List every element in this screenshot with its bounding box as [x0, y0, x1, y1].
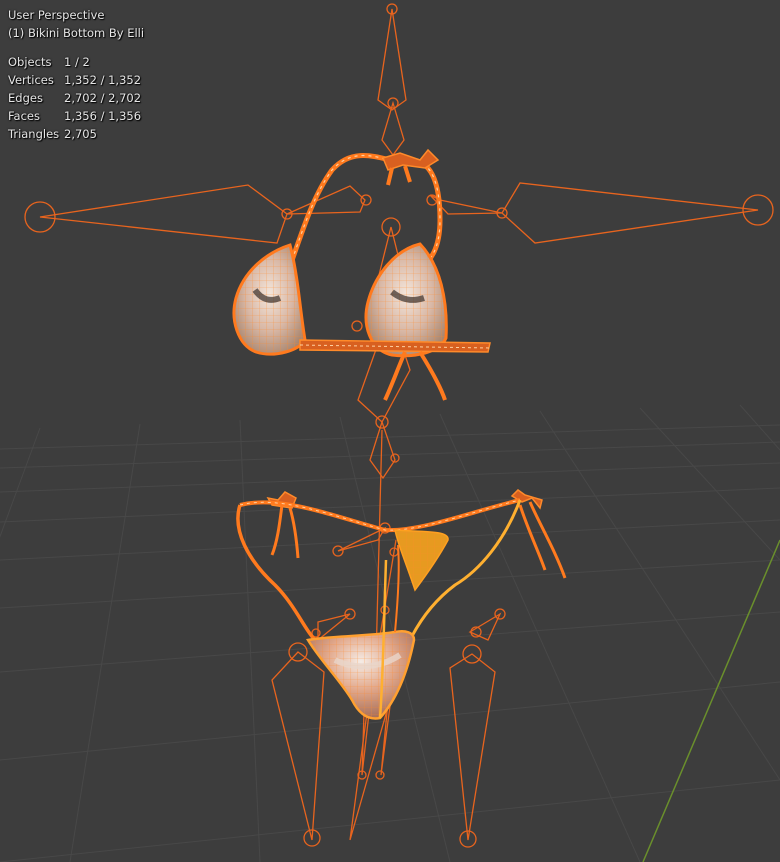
stat-label: Edges: [8, 91, 43, 105]
stat-label: Vertices: [8, 73, 54, 87]
stat-value: 2,702 / 2,702: [64, 91, 142, 105]
stat-row-vertices: Vertices 1,352 / 1,352: [8, 71, 144, 89]
scene-statistics: Objects 1 / 2 Vertices 1,352 / 1,352 Edg…: [8, 53, 144, 143]
stat-row-edges: Edges 2,702 / 2,702: [8, 89, 144, 107]
view-name: User Perspective: [8, 8, 105, 22]
stat-value: 1 / 2: [64, 55, 90, 69]
stat-value: 1,356 / 1,356: [64, 109, 142, 123]
stat-label: Objects: [8, 55, 52, 69]
stat-label: Triangles: [8, 127, 60, 141]
3d-viewport[interactable]: User Perspective (1) Bikini Bottom By El…: [0, 0, 780, 862]
stat-row-objects: Objects 1 / 2: [8, 53, 144, 71]
stat-row-faces: Faces 1,356 / 1,356: [8, 107, 144, 125]
viewport-text-overlay: User Perspective (1) Bikini Bottom By El…: [8, 6, 144, 143]
stat-row-triangles: Triangles 2,705: [8, 125, 144, 143]
stat-value: 1,352 / 1,352: [64, 73, 142, 87]
stat-value: 2,705: [64, 127, 97, 141]
stat-label: Faces: [8, 109, 40, 123]
bikini-top-mesh: [232, 148, 491, 401]
bikini-bottom-mesh: [236, 489, 567, 720]
active-object-name: (1) Bikini Bottom By Elli: [8, 26, 145, 40]
y-axis-line: [642, 539, 780, 862]
